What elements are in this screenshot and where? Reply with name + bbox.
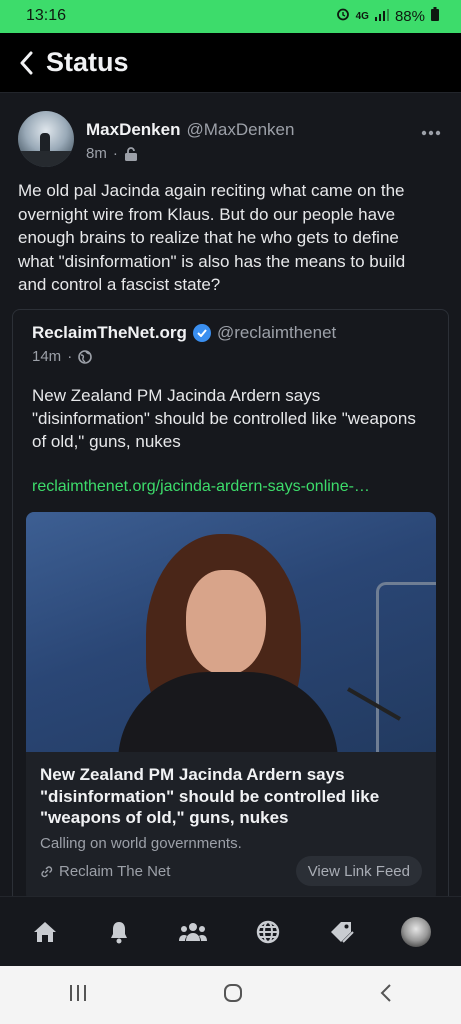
signal-icon [374,8,389,25]
link-icon [41,866,53,878]
page-title: Status [46,47,129,77]
post-meta: 8m · [86,145,138,162]
quoted-author-name[interactable]: ReclaimTheNet.org [32,323,187,343]
link-preview-title[interactable]: New Zealand PM Jacinda Ardern says "disi… [40,764,420,829]
link-preview-card[interactable]: New Zealand PM Jacinda Ardern says "disi… [26,512,436,902]
tab-home[interactable] [25,912,65,952]
system-navigation-bar [0,966,461,1024]
alarm-icon [336,7,350,25]
status-icons: 4G 88% [336,7,439,25]
status-post: MaxDenken @MaxDenken 8m · Me old pal Jaci… [0,93,461,909]
profile-avatar [400,916,431,947]
battery-icon [431,7,439,25]
link-preview-image[interactable] [26,512,436,752]
network-4g-icon: 4G [355,10,369,22]
home-button[interactable] [223,983,243,1008]
quoted-author[interactable]: ReclaimTheNet.org @reclaimthenet [32,323,336,343]
home-icon [34,921,57,942]
app-bar: Status [0,33,461,93]
status-bar: 13:16 4G 88% [0,0,461,33]
link-preview-source-name: Reclaim The Net [59,863,171,880]
more-horizontal-icon [421,130,441,136]
quoted-post[interactable]: ReclaimTheNet.org @reclaimthenet 14m · N… [12,309,449,909]
globe-icon [256,920,279,943]
bottom-tab-bar [0,896,461,966]
quoted-meta: 14m · [32,348,92,365]
quoted-time: 14m [32,348,62,365]
bell-icon [111,921,128,943]
view-link-feed-button[interactable]: View Link Feed [295,856,422,886]
tab-tags[interactable] [322,912,362,952]
status-time: 13:16 [26,7,67,24]
tag-icon [330,921,354,943]
globe-icon [78,349,92,364]
tab-profile[interactable] [396,912,436,952]
more-options-button[interactable] [421,119,441,142]
verified-badge-icon [192,324,211,342]
chevron-left-icon [380,983,391,1002]
author-avatar[interactable] [18,111,74,167]
post-time: 8m [86,145,107,162]
author-name[interactable]: MaxDenken [86,120,180,139]
quoted-link[interactable]: reclaimthenet.org/jacinda-ardern-says-on… [32,478,370,496]
author-handle[interactable]: @MaxDenken [186,120,294,139]
post-author[interactable]: MaxDenken @MaxDenken [86,120,294,140]
quoted-author-handle[interactable]: @reclaimthenet [217,323,336,343]
tab-groups[interactable] [173,912,213,952]
back-button[interactable] [14,48,38,78]
quoted-body: New Zealand PM Jacinda Ardern says "disi… [32,386,416,451]
recent-apps-button[interactable] [68,984,88,1007]
battery-percent: 88% [394,7,425,25]
recent-apps-icon [69,984,86,1001]
link-preview-description: Calling on world governments. [40,835,242,852]
chevron-left-icon [20,51,33,74]
post-body: Me old pal Jacinda again reciting what c… [18,181,406,294]
link-preview-source: Reclaim The Net [40,863,170,880]
groups-icon [179,922,208,941]
tab-explore[interactable] [248,912,288,952]
system-back-button[interactable] [379,983,393,1008]
home-circle-icon [224,983,243,1002]
tab-notifications[interactable] [99,912,139,952]
unlocked-icon [124,146,137,161]
